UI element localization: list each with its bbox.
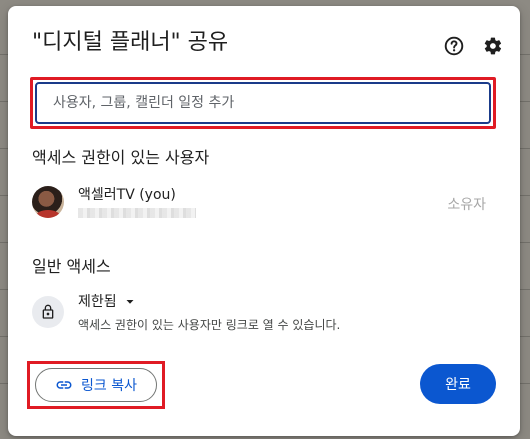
owner-role-label: 소유자 (447, 197, 486, 213)
person-email-redacted (78, 208, 196, 218)
access-level-dropdown[interactable]: 제한됨 (78, 293, 135, 311)
person-name: 액셀러TV (you) (78, 187, 176, 203)
help-button[interactable] (440, 32, 468, 60)
settings-button[interactable] (479, 32, 507, 60)
copy-link-label: 링크 복사 (81, 378, 137, 394)
user-avatar (32, 186, 64, 218)
access-level-value: 제한됨 (78, 294, 117, 310)
help-circle-icon (444, 36, 464, 56)
general-access-title: 일반 액세스 (32, 257, 111, 276)
dialog-title: "디지털 플래너" 공유 (32, 30, 229, 55)
copy-link-highlight: 링크 복사 (27, 361, 165, 409)
access-description: 액세스 권한이 있는 사용자만 링크로 열 수 있습니다. (78, 318, 341, 332)
caret-down-icon (126, 300, 134, 304)
lock-icon (42, 304, 54, 319)
add-people-input[interactable] (35, 82, 491, 124)
avatar-shirt (36, 210, 60, 218)
copy-link-button[interactable]: 링크 복사 (35, 368, 157, 402)
link-icon (56, 381, 72, 389)
people-with-access-title: 액세스 권한이 있는 사용자 (32, 148, 210, 167)
lock-icon-badge (32, 296, 64, 328)
gear-icon (484, 37, 502, 55)
done-button[interactable]: 완료 (420, 364, 496, 404)
general-access-row: 제한됨 액세스 권한이 있는 사용자만 링크로 열 수 있습니다. (32, 293, 496, 339)
person-row[interactable]: 액셀러TV (you) 소유자 (32, 186, 496, 226)
share-input-highlight (30, 77, 496, 129)
share-dialog: "디지털 플래너" 공유 액세스 권한이 있는 사용자 액셀러TV (you) … (8, 6, 520, 436)
